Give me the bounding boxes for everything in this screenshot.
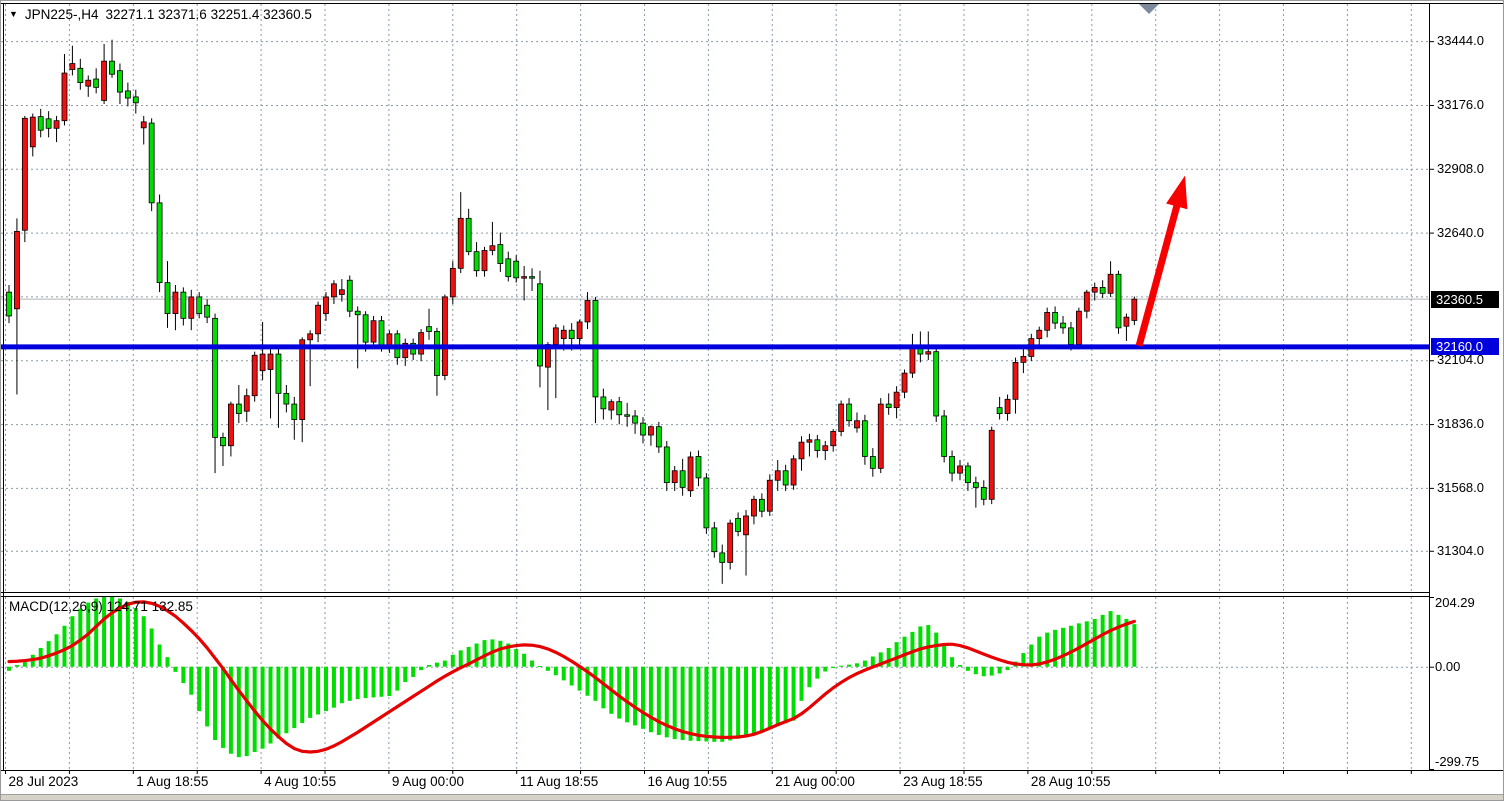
- price-chart-canvas[interactable]: [1, 1, 1504, 801]
- chart-window: ▼ JPN225-,H4 32271.1 32371.6 32251.4 323…: [0, 0, 1504, 801]
